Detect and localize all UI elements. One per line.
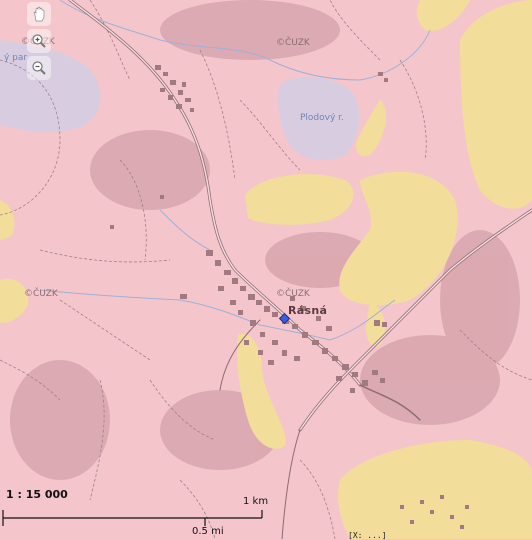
water-label: ý par (4, 53, 28, 63)
copyright-label: ©ČUZK (276, 289, 310, 299)
water-label: Plodový r. (300, 113, 344, 123)
zoom-in-icon (32, 34, 46, 48)
village-label: Rásná (288, 304, 328, 317)
copyright-label: ©ČUZK (24, 289, 58, 299)
map-canvas[interactable] (0, 0, 532, 539)
zoom-in-icon[interactable] (27, 29, 51, 53)
scale-ratio: 1 : 15 000 (6, 488, 68, 501)
zoom-out-icon (32, 61, 46, 75)
zoom-out-icon[interactable] (27, 56, 51, 80)
hand-icon (33, 6, 45, 22)
copyright-label: ©ČUZK (276, 38, 310, 48)
scale-km-label: 1 km (243, 496, 269, 507)
scale-mi-label: 0.5 mi (192, 526, 224, 537)
hand-icon[interactable] (27, 2, 51, 26)
